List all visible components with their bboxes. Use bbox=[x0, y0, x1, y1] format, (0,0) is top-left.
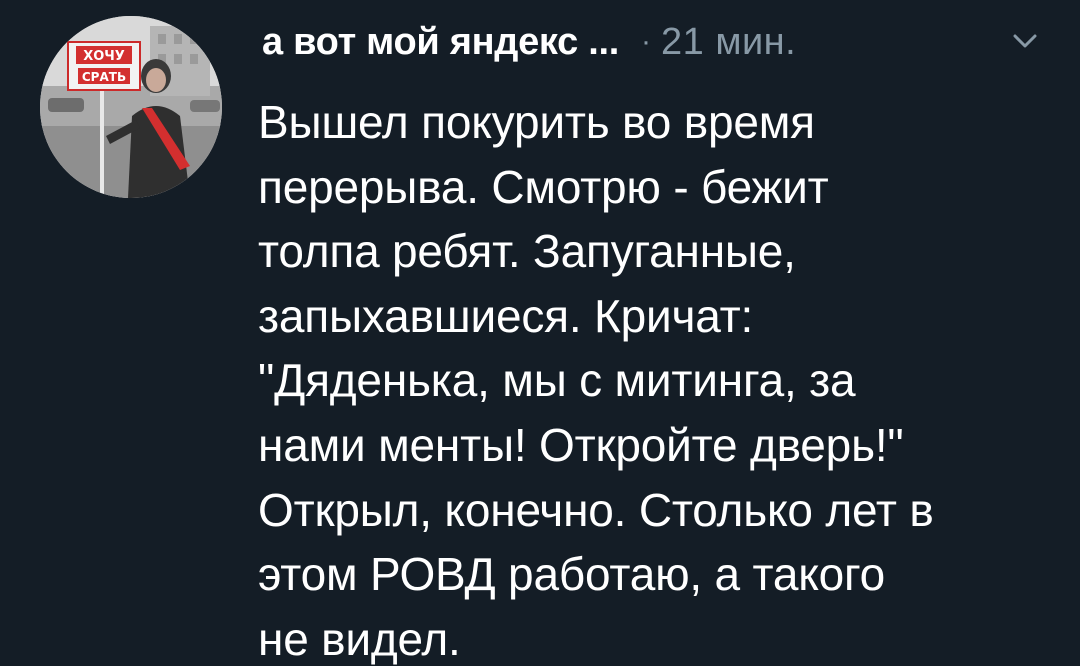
tweet-text: Вышел покурить во время перерыва. Смотрю… bbox=[258, 90, 1058, 666]
header-separator: · bbox=[641, 25, 651, 58]
avatar-photo-icon: ХОЧУ СРАТЬ bbox=[40, 16, 222, 198]
tweet-text-line: нами менты! Откройте дверь!" bbox=[258, 418, 904, 471]
tweet-text-line: Вышел покурить во время bbox=[258, 96, 815, 148]
timestamp[interactable]: 21 мин. bbox=[661, 21, 796, 64]
author-name[interactable]: а вот мой яндекс ... bbox=[262, 21, 619, 64]
svg-text:СРАТЬ: СРАТЬ bbox=[82, 70, 126, 84]
tweet-text-line: не видел. bbox=[258, 612, 461, 665]
tweet-text-line: Открыл, конечно. Столько лет в bbox=[258, 483, 934, 536]
tweet-text-line: запыхавшиеся. Кричат: bbox=[258, 289, 754, 342]
avatar[interactable]: ХОЧУ СРАТЬ bbox=[40, 16, 222, 198]
tweet: ХОЧУ СРАТЬ а вот мой яндекс ... · 21 мин… bbox=[0, 0, 1080, 666]
tweet-text-line: этом РОВД работаю, а такого bbox=[258, 548, 886, 601]
chevron-down-icon[interactable] bbox=[1010, 26, 1040, 56]
tweet-text-line: перерыва. Смотрю - бежит bbox=[258, 160, 829, 213]
tweet-text-line: толпа ребят. Запуганные, bbox=[258, 225, 796, 278]
tweet-header: а вот мой яндекс ... · 21 мин. bbox=[262, 18, 796, 66]
tweet-text-line: "Дяденька, мы с митинга, за bbox=[258, 354, 856, 407]
svg-text:ХОЧУ: ХОЧУ bbox=[83, 49, 125, 64]
